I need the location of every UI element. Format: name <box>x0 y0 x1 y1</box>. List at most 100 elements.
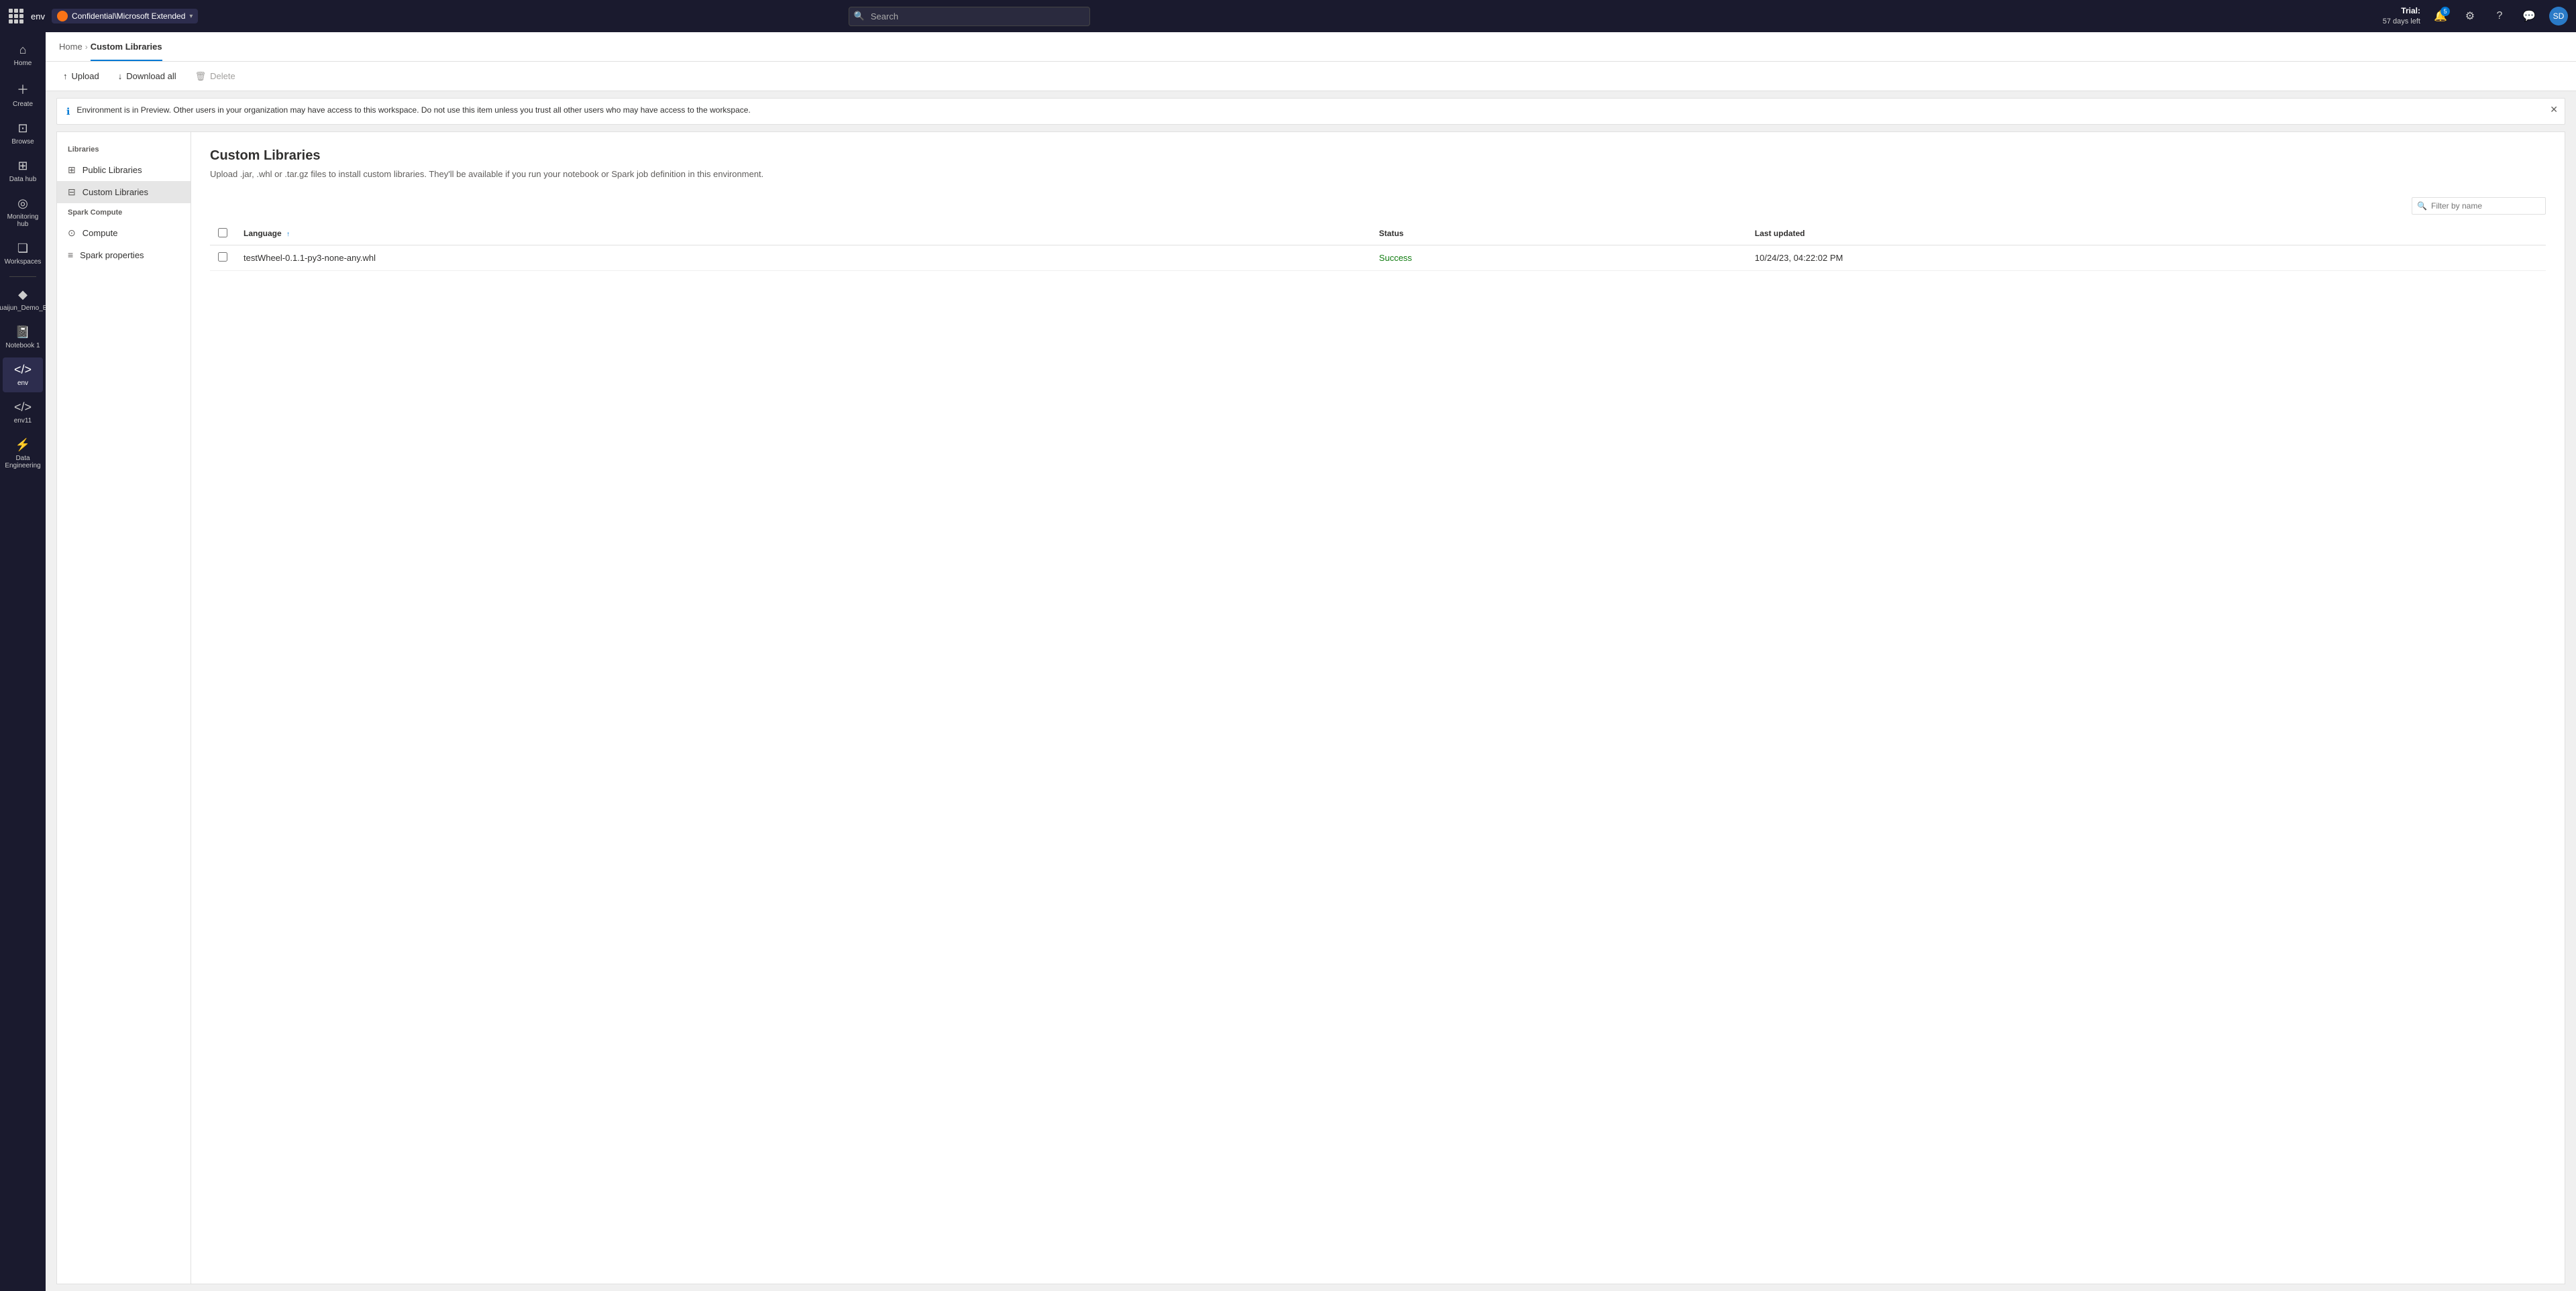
last-updated-column-header: Last updated <box>1747 223 2546 245</box>
sidebar-item-monitoring[interactable]: ◎ Monitoring hub <box>3 191 43 233</box>
env11-icon: </> <box>14 400 32 414</box>
search-bar: 🔍 <box>849 7 1090 26</box>
table-header-row: Language ↑ Status Last updated <box>210 223 2546 245</box>
sort-icon: ↑ <box>286 231 290 238</box>
sidebar-item-label: Browse <box>11 138 34 146</box>
download-icon: ↓ <box>118 71 123 81</box>
workspace-selector[interactable]: Confidential\Microsoft Extended ▾ <box>52 9 198 23</box>
sidebar-item-label: Notebook 1 <box>5 342 40 349</box>
select-all-checkbox[interactable] <box>218 228 227 237</box>
delete-label: Delete <box>210 71 235 81</box>
filter-bar: 🔍 <box>210 197 2546 215</box>
workspace-icon <box>57 11 68 21</box>
create-icon: ＋ <box>17 80 29 98</box>
sidebar-item-label: env11 <box>14 417 32 425</box>
sidebar-item-label: env <box>17 380 28 387</box>
sidebar-navigation: ⌂ Home ＋ Create ⊡ Browse ⊞ Data hub ◎ Mo… <box>0 32 46 1291</box>
delete-icon: 🗑 <box>195 71 207 82</box>
libraries-table: Language ↑ Status Last updated <box>210 223 2546 271</box>
sidebar-item-label: Workspaces <box>5 258 42 266</box>
left-nav-panel: Libraries ⊞ Public Libraries ⊟ Custom Li… <box>57 132 191 1284</box>
custom-libraries-label: Custom Libraries <box>83 187 148 197</box>
top-navigation: env Confidential\Microsoft Extended ▾ 🔍 … <box>0 0 2576 32</box>
filter-input[interactable] <box>2412 197 2546 215</box>
last-updated-header-label: Last updated <box>1755 229 1805 238</box>
row-last-updated: 10/24/23, 04:22:02 PM <box>1747 245 2546 270</box>
breadcrumb-home[interactable]: Home <box>59 42 83 52</box>
public-libraries-icon: ⊞ <box>68 164 76 176</box>
monitoring-icon: ◎ <box>17 197 28 211</box>
search-icon: 🔍 <box>854 11 865 21</box>
delete-button[interactable]: 🗑 Delete <box>189 68 242 85</box>
sidebar-divider <box>9 276 36 277</box>
notifications-button[interactable]: 🔔 5 <box>2431 7 2450 25</box>
compute-nav-item[interactable]: ⊙ Compute <box>57 222 191 244</box>
spark-properties-icon: ≡ <box>68 249 73 260</box>
sidebar-item-label: Data Engineering <box>5 455 40 469</box>
trial-info: Trial: 57 days left <box>2383 6 2420 26</box>
search-input[interactable] <box>849 7 1090 26</box>
download-all-label: Download all <box>126 71 176 81</box>
sidebar-item-browse[interactable]: ⊡ Browse <box>3 116 43 151</box>
env-icon: </> <box>14 363 32 377</box>
spark-section-title: Spark Compute <box>57 203 191 222</box>
browse-icon: ⊡ <box>17 121 28 135</box>
panel-area: Libraries ⊞ Public Libraries ⊟ Custom Li… <box>56 131 2565 1284</box>
sidebar-item-env11[interactable]: </> env11 <box>3 395 43 430</box>
workspace-name: Confidential\Microsoft Extended <box>72 11 185 21</box>
sidebar-item-label: Monitoring hub <box>5 213 40 228</box>
breadcrumb-separator: › <box>85 42 88 52</box>
content-area: Home › Custom Libraries ↑ Upload ↓ Downl… <box>46 32 2576 1291</box>
main-layout: ⌂ Home ＋ Create ⊡ Browse ⊞ Data hub ◎ Mo… <box>0 32 2576 1291</box>
home-icon: ⌂ <box>19 43 27 57</box>
breadcrumb: Home › Custom Libraries <box>46 32 2576 62</box>
libraries-section-title: Libraries <box>57 143 191 159</box>
sidebar-item-env[interactable]: </> env <box>3 357 43 392</box>
filter-search-icon: 🔍 <box>2417 201 2427 211</box>
page-description: Upload .jar, .whl or .tar.gz files to in… <box>210 168 2546 181</box>
sidebar-item-create[interactable]: ＋ Create <box>3 75 43 113</box>
env-label: env <box>31 11 45 21</box>
help-button[interactable]: ? <box>2490 7 2509 25</box>
dataeng-icon: ⚡ <box>15 438 30 452</box>
nav-left: env Confidential\Microsoft Extended ▾ <box>8 8 198 24</box>
custom-libraries-icon: ⊟ <box>68 186 76 198</box>
upload-button[interactable]: ↑ Upload <box>56 68 106 85</box>
spark-properties-nav-item[interactable]: ≡ Spark properties <box>57 244 191 266</box>
row-checkbox[interactable] <box>218 252 227 262</box>
upload-label: Upload <box>72 71 99 81</box>
notification-badge: 5 <box>2440 7 2450 16</box>
toolbar: ↑ Upload ↓ Download all 🗑 Delete <box>46 62 2576 91</box>
settings-button[interactable]: ⚙ <box>2461 7 2479 25</box>
waffle-menu[interactable] <box>8 8 24 24</box>
sidebar-item-datahub[interactable]: ⊞ Data hub <box>3 154 43 188</box>
sidebar-item-notebook1[interactable]: 📓 Notebook 1 <box>3 320 43 355</box>
download-all-button[interactable]: ↓ Download all <box>111 68 183 85</box>
page-title: Custom Libraries <box>210 148 2546 164</box>
select-all-header <box>210 223 235 245</box>
avatar[interactable]: SD <box>2549 7 2568 25</box>
banner-close-button[interactable]: ✕ <box>2550 104 2558 115</box>
spark-properties-label: Spark properties <box>80 250 144 260</box>
sidebar-item-shuaijun[interactable]: ◆ Shuaijun_Demo_Env <box>3 282 43 317</box>
notebook-icon: 📓 <box>15 325 30 339</box>
sidebar-item-dataengineering[interactable]: ⚡ Data Engineering <box>3 433 43 475</box>
shuaijun-icon: ◆ <box>18 288 28 302</box>
sidebar-item-label: Data hub <box>9 176 37 183</box>
waffle-icon <box>9 9 23 23</box>
sidebar-item-home[interactable]: ⌂ Home <box>3 38 43 72</box>
sidebar-item-workspaces[interactable]: ❏ Workspaces <box>3 236 43 271</box>
language-column-header[interactable]: Language ↑ <box>235 223 1371 245</box>
feedback-button[interactable]: 💬 <box>2520 7 2538 25</box>
custom-libraries-nav-item[interactable]: ⊟ Custom Libraries <box>57 181 191 203</box>
row-checkbox-cell <box>210 245 235 270</box>
public-libraries-label: Public Libraries <box>83 165 142 175</box>
banner-message: Environment is in Preview. Other users i… <box>76 105 750 115</box>
upload-icon: ↑ <box>63 71 68 81</box>
status-header-label: Status <box>1379 229 1404 238</box>
breadcrumb-active: Custom Libraries <box>91 42 162 61</box>
status-column-header: Status <box>1371 223 1747 245</box>
public-libraries-nav-item[interactable]: ⊞ Public Libraries <box>57 159 191 181</box>
row-language: testWheel-0.1.1-py3-none-any.whl <box>235 245 1371 270</box>
compute-label: Compute <box>83 228 118 238</box>
